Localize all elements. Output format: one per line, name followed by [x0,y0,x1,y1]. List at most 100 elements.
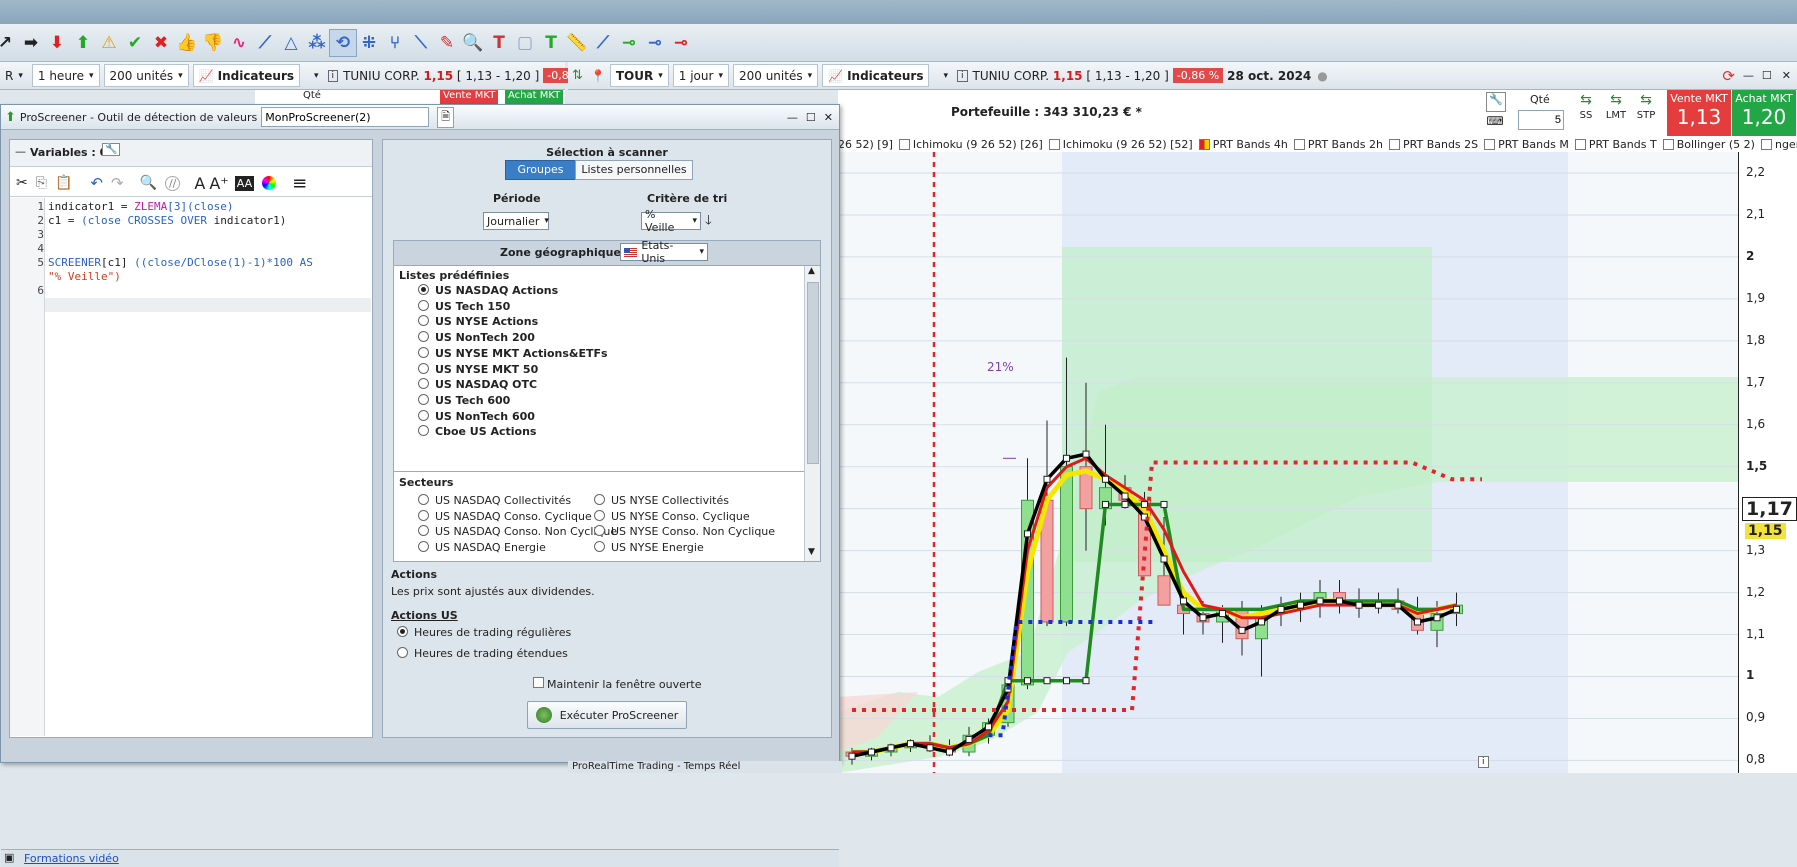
scroll-down-icon[interactable]: ▼ [808,547,815,557]
settings-wrench-icon[interactable]: 🔧 [1486,92,1506,112]
text-box-icon[interactable]: ▢ [512,30,538,56]
predefined-list-item[interactable]: US NonTech 600 [418,409,535,423]
pin-icon[interactable]: 📍 [591,69,606,83]
sort-select[interactable]: % Veille ▾ [641,208,701,234]
hours-extended-radio[interactable]: Heures de trading étendues [397,647,568,660]
timeframe-dropdown[interactable]: 1 heure ▾ [31,64,100,87]
sell-mkt-button[interactable]: Vente MKT 1,13 [1667,90,1731,136]
sector-item[interactable]: US NYSE Energie [594,541,704,554]
units-dropdown[interactable]: 200 unités ▾ [103,64,189,87]
ss-button[interactable]: ⇆ SS [1573,92,1599,121]
instrument-info-right[interactable]: i TUNIU CORP. 1,15 [ 1,13 - 1,20 ] -0,86 … [957,65,1328,86]
indicator-toggle[interactable]: PRT Bands T [1574,138,1657,151]
points-icon[interactable]: ⁂ [304,30,330,56]
zone-select[interactable]: Etats-Unis ▾ [620,239,708,265]
copy-icon[interactable]: ⎘ [36,175,47,191]
cut-icon[interactable]: ✂ [16,175,28,191]
refresh-icon-right[interactable]: ⟳ [1722,67,1735,85]
predefined-list-item[interactable]: US NYSE MKT Actions&ETFs [418,346,608,360]
proscreener-titlebar[interactable]: ⬆ ProScreener - Outil de détection de va… [1,105,839,130]
sector-item[interactable]: US NASDAQ Collectivités [418,494,571,507]
text-t-icon[interactable]: T [486,30,512,56]
pen-tool-icon[interactable]: ✎ [434,30,460,56]
menu-icon[interactable]: ≡ [292,173,307,194]
lmt-button[interactable]: ⇆ LMT [1603,92,1629,121]
indicator-toggle[interactable]: PRT Bands M [1484,138,1569,151]
indicator-toggle[interactable]: Bollinger (5 2) [1662,138,1755,151]
predefined-list-item[interactable]: US NonTech 200 [418,331,535,344]
sort-direction-icon[interactable]: 🡓 [705,211,712,233]
draw-segment-icon[interactable]: ⟋ [252,30,278,56]
sector-item[interactable]: US NASDAQ Conso. Non Cyclique [418,525,617,538]
tab-personal-lists[interactable]: Listes personnelles [575,160,693,180]
predefined-list-item[interactable]: US NYSE MKT 50 [418,362,538,376]
small-sell-button[interactable]: Vente MKT [440,90,499,104]
screener-file-icon[interactable]: 🗎 [437,106,455,128]
indicator-toggle[interactable]: nger (10 1) [1760,138,1797,151]
r-dropdown[interactable]: R ▾ [0,65,28,86]
arrow-down-red-icon[interactable]: ⬇ [44,30,70,56]
small-buy-button[interactable]: Achat MKT [505,90,564,104]
ps-maximize-icon[interactable]: ☐ [806,111,816,124]
price-chart[interactable]: 21% i [838,152,1738,773]
buy-mkt-button[interactable]: Achat MKT 1,20 [1732,90,1796,136]
timeframe-dropdown-right[interactable]: 1 jour ▾ [672,64,729,87]
hline-red-icon[interactable]: ⊸ [668,30,694,56]
indicator-toggle[interactable]: 26 52) [9] [838,138,893,151]
predefined-list-item[interactable]: US NYSE Actions [418,315,538,328]
lasso-icon[interactable]: ⟲ [329,28,357,57]
code-line[interactable]: "% Veille") [48,270,121,283]
sector-item[interactable]: US NASDAQ Energie [418,541,546,554]
close-icon-right[interactable]: ✕ [1782,69,1791,82]
stp-button[interactable]: ⇆ STP [1633,92,1659,121]
code-line[interactable]: c1 = (close CROSSES OVER indicator1) [48,214,286,227]
redo-icon[interactable]: ↷ [111,174,124,192]
indicator-toggle[interactable]: PRT Bands 2S [1389,138,1478,151]
paste-icon[interactable]: 📋 [55,175,72,191]
slope-icon[interactable]: ⟋ [590,30,616,56]
video-training-link[interactable]: Formations vidéo [24,852,119,865]
indicator-toggle[interactable]: PRT Bands 2h [1293,138,1383,151]
list-scrollbar[interactable]: ▲ ▼ [804,266,820,561]
code-line[interactable]: SCREENER[c1] ((close/DClose(1)-1)*100 AS [48,256,313,269]
minimize-icon-right[interactable]: — [1743,69,1754,82]
triangle-icon[interactable]: △ [278,30,304,56]
indicators-button-right[interactable]: 📈 Indicateurs [822,64,930,87]
text-t2-icon[interactable]: T [538,30,564,56]
ps-close-icon[interactable]: ✕ [824,111,833,124]
draw-line-icon[interactable]: ∿ [226,30,252,56]
instrument-info[interactable]: i TUNIU CORP. 1,15 [ 1,13 - 1,20 ] -0,8 [327,65,577,86]
hline-green-icon[interactable]: ⊸ [616,30,642,56]
indicators-button[interactable]: 📈 Indicateurs [192,64,301,87]
sector-item[interactable]: US NYSE Conso. Cyclique [594,509,750,523]
font-style-icon[interactable]: AA [234,175,255,191]
code-line[interactable]: indicator1 = ZLEMA[3](close) [48,200,233,213]
cross-icon[interactable]: ✖ [148,30,174,56]
variables-wrench-icon[interactable]: 🔧 [102,143,121,156]
sector-item[interactable]: US NASDAQ Conso. Cyclique [418,509,592,523]
arrow-up-green-icon[interactable]: ⬆ [70,30,96,56]
warning-icon[interactable]: ⚠ [96,30,122,56]
keep-open-checkbox[interactable]: Maintenir la fenêtre ouverte [533,677,702,691]
comment-icon[interactable]: // [164,175,181,191]
arrows-icon[interactable]: ⇅ [572,68,583,83]
ps-minimize-icon[interactable]: — [787,111,798,124]
arrow-right-icon[interactable]: ➡ [18,30,44,56]
pattern-icon[interactable]: ⁜ [356,30,382,56]
ruler-icon[interactable]: 📏 [564,30,590,56]
scroll-up-icon[interactable]: ▲ [808,266,815,276]
predefined-list-item[interactable]: US Tech 600 [418,393,510,407]
run-proscreener-button[interactable]: Exécuter ProScreener [527,701,687,729]
indicators-caret-right[interactable]: ▾ [933,65,953,86]
hours-regular-radio[interactable]: Heures de trading régulières [397,626,571,639]
qty-input[interactable] [1518,110,1564,130]
zoom-icon[interactable]: 🔍 [460,30,486,56]
predefined-list-item[interactable]: US NASDAQ OTC [418,378,537,391]
tour-dropdown[interactable]: TOUR ▾ [609,64,669,87]
hline-blue-icon[interactable]: ⊸ [642,30,668,56]
collapse-icon[interactable]: — [15,145,26,158]
units-dropdown-right[interactable]: 200 unités ▾ [732,64,819,87]
maximize-icon-right[interactable]: ☐ [1762,69,1772,82]
font-smaller-icon[interactable]: A [194,174,205,193]
sector-item[interactable]: US NYSE Collectivités [594,494,729,507]
